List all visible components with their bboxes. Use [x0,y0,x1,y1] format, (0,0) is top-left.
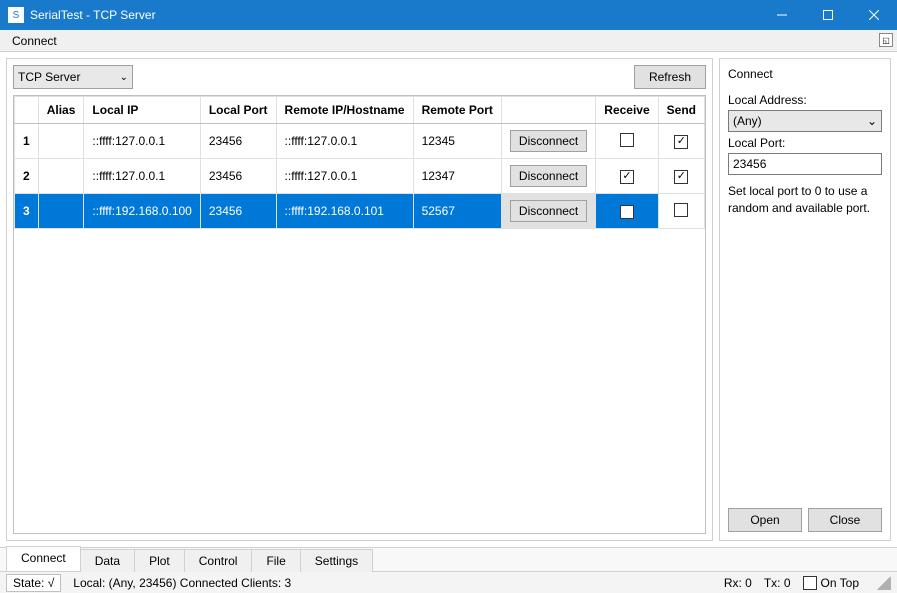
bottom-tabs: ConnectDataPlotControlFileSettings [0,547,897,571]
cell-remote-port[interactable]: 12345 [413,124,501,159]
cell-receive: ✓ [596,159,658,194]
row-number: 3 [15,194,39,229]
col-remote-host[interactable]: Remote IP/Hostname [276,97,413,124]
local-address-select[interactable]: (Any) ⌄ [728,110,882,132]
maximize-button[interactable] [805,0,851,30]
close-button[interactable] [851,0,897,30]
main-pane: TCP Server ⌄ Refresh Alias Local IP Loca… [6,58,713,541]
disconnect-button[interactable]: Disconnect [510,200,587,222]
tab-plot[interactable]: Plot [134,549,185,572]
detach-panel-icon[interactable]: ◱ [879,33,893,47]
connections-table: Alias Local IP Local Port Remote IP/Host… [14,96,705,229]
cell-remote-host[interactable]: ::ffff:127.0.0.1 [276,159,413,194]
cell-action: Disconnect [501,124,595,159]
disconnect-button[interactable]: Disconnect [510,165,587,187]
cell-receive: ✓ [596,194,658,229]
app-icon: S [8,7,24,23]
cell-receive [596,124,658,159]
connect-panel-title: Connect [728,67,882,81]
col-local-port[interactable]: Local Port [200,97,276,124]
local-port-label: Local Port: [728,136,882,150]
port-hint: Set local port to 0 to use a random and … [728,183,882,217]
cell-remote-host[interactable]: ::ffff:192.168.0.101 [276,194,413,229]
refresh-button[interactable]: Refresh [634,65,706,89]
menubar: Connect ◱ [0,30,897,52]
cell-alias[interactable] [38,194,84,229]
cell-remote-port[interactable]: 52567 [413,194,501,229]
toolbar: TCP Server ⌄ Refresh [13,65,706,89]
status-local-info: Local: (Any, 23456) Connected Clients: 3 [73,576,291,590]
table-row[interactable]: 3::ffff:192.168.0.10023456::ffff:192.168… [15,194,705,229]
cell-remote-host[interactable]: ::ffff:127.0.0.1 [276,124,413,159]
cell-local-port[interactable]: 23456 [200,194,276,229]
cell-local-ip[interactable]: ::ffff:127.0.0.1 [84,124,200,159]
cell-send: ✓ [658,124,704,159]
col-receive[interactable]: Receive [596,97,658,124]
status-tx: Tx: 0 [764,576,791,590]
status-state: State: √ [6,574,61,592]
local-address-label: Local Address: [728,93,882,107]
tab-file[interactable]: File [251,549,300,572]
cell-send: ✓ [658,159,704,194]
row-number: 2 [15,159,39,194]
col-action [501,97,595,124]
cell-local-ip[interactable]: ::ffff:192.168.0.100 [84,194,200,229]
send-checkbox[interactable]: ✓ [674,135,688,149]
close-connection-button[interactable]: Close [808,508,882,532]
cell-local-port[interactable]: 23456 [200,159,276,194]
cell-remote-port[interactable]: 12347 [413,159,501,194]
col-rownum [15,97,39,124]
protocol-select-value: TCP Server [18,70,80,84]
connect-panel: Connect Local Address: (Any) ⌄ Local Por… [719,58,891,541]
tab-data[interactable]: Data [80,549,135,572]
chevron-down-icon: ⌄ [867,114,877,128]
tab-connect[interactable]: Connect [6,546,81,571]
connections-table-wrap[interactable]: Alias Local IP Local Port Remote IP/Host… [13,95,706,534]
cell-local-port[interactable]: 23456 [200,124,276,159]
receive-checkbox[interactable]: ✓ [620,170,634,184]
chevron-down-icon: ⌄ [120,72,128,83]
tab-control[interactable]: Control [184,549,253,572]
col-alias[interactable]: Alias [38,97,84,124]
table-row[interactable]: 1::ffff:127.0.0.123456::ffff:127.0.0.112… [15,124,705,159]
statusbar: State: √ Local: (Any, 23456) Connected C… [0,571,897,593]
menu-connect[interactable]: Connect [6,32,63,50]
col-remote-port[interactable]: Remote Port [413,97,501,124]
ontop-checkbox[interactable] [803,576,817,590]
receive-checkbox[interactable]: ✓ [620,205,634,219]
row-number: 1 [15,124,39,159]
cell-local-ip[interactable]: ::ffff:127.0.0.1 [84,159,200,194]
status-rx: Rx: 0 [724,576,752,590]
resize-grip-icon[interactable] [877,576,891,590]
col-send[interactable]: Send [658,97,704,124]
send-checkbox[interactable]: ✓ [674,170,688,184]
cell-action: Disconnect [501,194,595,229]
client-area: TCP Server ⌄ Refresh Alias Local IP Loca… [0,52,897,547]
open-button[interactable]: Open [728,508,802,532]
cell-alias[interactable] [38,159,84,194]
disconnect-button[interactable]: Disconnect [510,130,587,152]
cell-action: Disconnect [501,159,595,194]
ontop-label: On Top [821,576,859,590]
local-port-input[interactable] [728,153,882,175]
table-row[interactable]: 2::ffff:127.0.0.123456::ffff:127.0.0.112… [15,159,705,194]
protocol-select[interactable]: TCP Server ⌄ [13,65,133,89]
local-address-value: (Any) [733,114,762,128]
window-title: SerialTest - TCP Server [30,8,759,22]
titlebar: S SerialTest - TCP Server [0,0,897,30]
cell-send [658,194,704,229]
col-local-ip[interactable]: Local IP [84,97,200,124]
cell-alias[interactable] [38,124,84,159]
receive-checkbox[interactable] [620,133,634,147]
tab-settings[interactable]: Settings [300,549,373,572]
minimize-button[interactable] [759,0,805,30]
send-checkbox[interactable] [674,203,688,217]
